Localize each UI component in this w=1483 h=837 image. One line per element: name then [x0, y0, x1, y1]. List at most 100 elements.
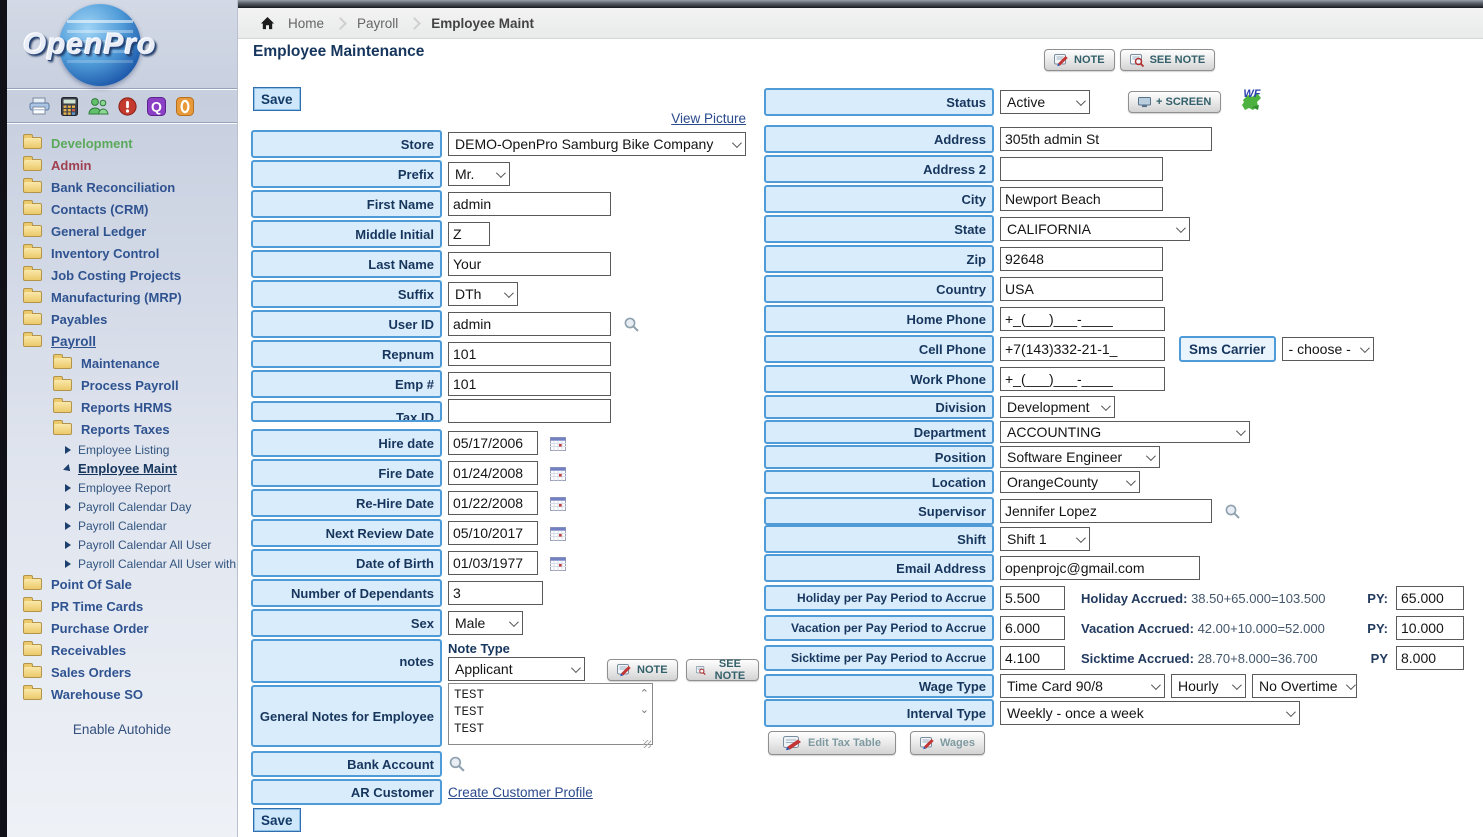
sms-carrier-select[interactable]: - choose - — [1282, 337, 1374, 361]
calendar-icon[interactable] — [550, 496, 566, 511]
suffix-select[interactable]: DTh — [448, 282, 518, 306]
openpro-logo[interactable]: OpenPro — [7, 0, 237, 88]
calendar-icon[interactable] — [550, 466, 566, 481]
sidebar-item-receivables[interactable]: Receivables — [7, 639, 237, 661]
sicktime-py-input[interactable] — [1396, 646, 1464, 670]
next-review-input[interactable] — [448, 521, 538, 545]
save-button-top[interactable]: Save — [253, 87, 301, 111]
create-customer-profile-link[interactable]: Create Customer Profile — [448, 785, 593, 800]
calendar-icon[interactable] — [550, 436, 566, 451]
add-screen-button[interactable]: + SCREEN — [1128, 91, 1221, 113]
sidebar-item-inventory-control[interactable]: Inventory Control — [7, 242, 237, 264]
hire-date-input[interactable] — [448, 431, 538, 455]
sex-select[interactable]: Male — [448, 611, 523, 635]
holiday-accrue-input[interactable] — [1000, 586, 1065, 610]
see-note-button[interactable]: SEE NOTE — [686, 659, 759, 681]
home-icon[interactable] — [256, 13, 278, 33]
note-button[interactable]: NOTE — [607, 659, 678, 681]
sms-carrier-button[interactable]: Sms Carrier — [1179, 336, 1276, 362]
tax-id-input[interactable] — [448, 399, 611, 423]
repnum-input[interactable] — [448, 342, 611, 366]
fire-date-input[interactable] — [448, 461, 538, 485]
sidebar-item-payroll-calendar-all-user-with-ec[interactable]: Payroll Calendar All User with Ec — [7, 554, 237, 573]
position-select[interactable]: Software Engineer — [1000, 446, 1160, 468]
info-icon[interactable] — [174, 96, 196, 116]
users-icon[interactable] — [87, 96, 109, 116]
sidebar-item-maintenance[interactable]: Maintenance — [7, 352, 237, 374]
city-input[interactable] — [1000, 187, 1163, 211]
sidebar-item-general-ledger[interactable]: General Ledger — [7, 220, 237, 242]
supervisor-input[interactable] — [1000, 499, 1212, 523]
calendar-icon[interactable] — [550, 556, 566, 571]
sidebar-item-employee-listing[interactable]: Employee Listing — [7, 440, 237, 459]
resize-grip[interactable] — [643, 740, 651, 748]
scroll-down-icon[interactable]: ⌄ — [640, 705, 649, 715]
status-select[interactable]: Active — [1000, 90, 1090, 114]
sidebar-item-payroll[interactable]: Payroll — [7, 330, 237, 352]
sicktime-accrue-input[interactable] — [1000, 646, 1065, 670]
rehire-date-input[interactable] — [448, 491, 538, 515]
work-phone-input[interactable] — [1000, 367, 1165, 391]
sidebar-item-employee-maint[interactable]: Employee Maint — [7, 459, 237, 478]
holiday-py-input[interactable] — [1396, 586, 1464, 610]
sidebar-item-development[interactable]: Development — [7, 132, 237, 154]
vacation-accrue-input[interactable] — [1000, 616, 1065, 640]
sidebar-item-bank-reconciliation[interactable]: Bank Reconciliation — [7, 176, 237, 198]
note-type-select[interactable]: Applicant — [448, 657, 585, 681]
middle-initial-input[interactable] — [448, 222, 490, 246]
sidebar-item-reports-hrms[interactable]: Reports HRMS — [7, 396, 237, 418]
cell-phone-input[interactable] — [1000, 337, 1165, 361]
search-icon[interactable] — [623, 316, 640, 333]
sidebar-item-payables[interactable]: Payables — [7, 308, 237, 330]
email-input[interactable] — [1000, 556, 1200, 580]
address-input[interactable] — [1000, 127, 1212, 151]
enable-autohide-link[interactable]: Enable Autohide — [7, 722, 237, 737]
sidebar-item-process-payroll[interactable]: Process Payroll — [7, 374, 237, 396]
general-notes-textarea[interactable]: TEST TEST TEST — [448, 683, 653, 745]
wage-type-select[interactable]: Time Card 90/8 — [1000, 674, 1165, 698]
save-button-bottom[interactable]: Save — [253, 808, 301, 832]
department-select[interactable]: ACCOUNTING — [1000, 421, 1250, 443]
sidebar-item-point-of-sale[interactable]: Point Of Sale — [7, 573, 237, 595]
printer-icon[interactable] — [29, 96, 51, 116]
vacation-py-input[interactable] — [1396, 616, 1464, 640]
calendar-icon[interactable] — [550, 526, 566, 541]
workflow-icon[interactable]: WF — [1239, 90, 1265, 114]
sidebar-item-purchase-order[interactable]: Purchase Order — [7, 617, 237, 639]
prefix-select[interactable]: Mr. — [448, 162, 510, 186]
state-select[interactable]: CALIFORNIA — [1000, 217, 1190, 241]
sidebar-item-warehouse-so[interactable]: Warehouse SO — [7, 683, 237, 705]
note-button[interactable]: NOTE — [1044, 49, 1115, 71]
user-id-input[interactable] — [448, 312, 611, 336]
breadcrumb-payroll[interactable]: Payroll — [357, 16, 398, 31]
edit-tax-table-button[interactable]: Edit Tax Table — [768, 731, 896, 755]
calculator-icon[interactable] — [58, 96, 80, 116]
dependants-input[interactable] — [448, 581, 543, 605]
sidebar-item-contacts-crm[interactable]: Contacts (CRM) — [7, 198, 237, 220]
sidebar-item-pr-time-cards[interactable]: PR Time Cards — [7, 595, 237, 617]
alert-icon[interactable] — [116, 96, 138, 116]
sidebar-item-sales-orders[interactable]: Sales Orders — [7, 661, 237, 683]
scroll-up-icon[interactable]: ⌃ — [640, 689, 649, 699]
location-select[interactable]: OrangeCounty — [1000, 471, 1140, 493]
view-picture-link[interactable]: View Picture — [251, 111, 746, 126]
wage-rate-select[interactable]: Hourly — [1171, 674, 1246, 698]
q-icon[interactable]: Q — [145, 96, 167, 116]
zip-input[interactable] — [1000, 247, 1163, 271]
last-name-input[interactable] — [448, 252, 611, 276]
sidebar-item-reports-taxes[interactable]: Reports Taxes — [7, 418, 237, 440]
search-icon[interactable] — [1224, 503, 1241, 520]
sidebar-item-payroll-calendar-day[interactable]: Payroll Calendar Day — [7, 497, 237, 516]
emp-number-input[interactable] — [448, 372, 611, 396]
sidebar-item-manufacturing-mrp[interactable]: Manufacturing (MRP) — [7, 286, 237, 308]
sidebar-item-employee-report[interactable]: Employee Report — [7, 478, 237, 497]
first-name-input[interactable] — [448, 192, 611, 216]
shift-select[interactable]: Shift 1 — [1000, 527, 1090, 551]
breadcrumb-home[interactable]: Home — [288, 16, 324, 31]
sidebar-item-payroll-calendar[interactable]: Payroll Calendar — [7, 516, 237, 535]
sidebar-item-payroll-calendar-all-user[interactable]: Payroll Calendar All User — [7, 535, 237, 554]
division-select[interactable]: Development — [1000, 396, 1115, 418]
country-input[interactable] — [1000, 277, 1163, 301]
dob-input[interactable] — [448, 551, 538, 575]
wages-button[interactable]: Wages — [910, 731, 985, 755]
